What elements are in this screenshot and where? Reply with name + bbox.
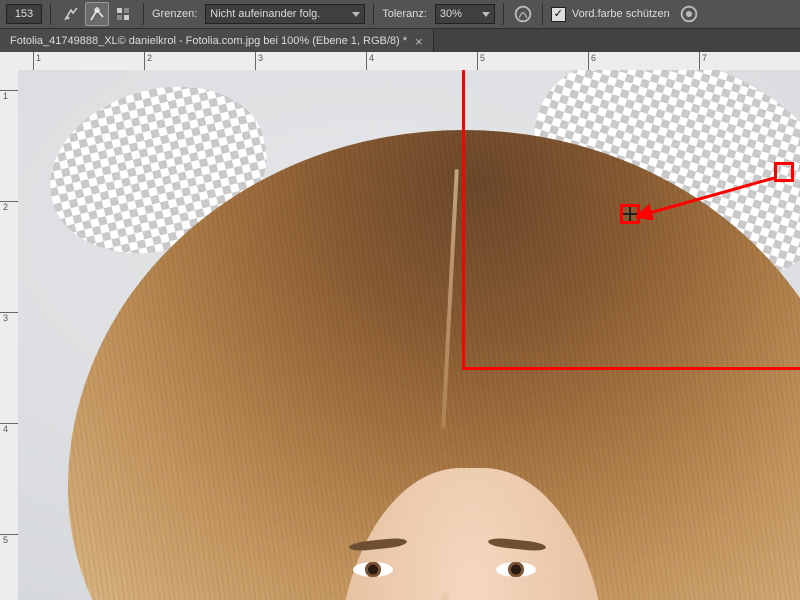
- sample-point-crosshair-icon: [624, 208, 636, 220]
- ruler-tick-label: 4: [3, 424, 8, 434]
- sampling-once-icon[interactable]: [85, 2, 109, 26]
- ruler-tick-label: 5: [3, 535, 8, 545]
- divider: [373, 3, 374, 25]
- annotation-sample-source-marker: [774, 162, 794, 182]
- document-tab-title: Fotolia_41749888_XL© danielkrol - Fotoli…: [10, 35, 407, 47]
- ruler-tick-label: 5: [480, 53, 485, 63]
- divider: [542, 3, 543, 25]
- protect-foreground-label: Vord.farbe schützen: [572, 8, 670, 20]
- tool-options-bar: 153 Grenzen: Nicht aufeinander folg. Tol…: [0, 0, 800, 29]
- pen-pressure-icon[interactable]: [512, 3, 534, 25]
- sampling-mode-group: [59, 2, 135, 26]
- limits-dropdown[interactable]: Nicht aufeinander folg.: [205, 4, 365, 24]
- protect-foreground-checkbox[interactable]: ✓ Vord.farbe schützen: [551, 7, 670, 22]
- ruler-vertical[interactable]: 1 2 3 4 5: [0, 70, 19, 600]
- document-tab[interactable]: Fotolia_41749888_XL© danielkrol - Fotoli…: [0, 29, 434, 53]
- ruler-tick-label: 1: [3, 91, 8, 101]
- brush-size-field[interactable]: 153: [6, 4, 42, 24]
- ruler-tick-label: 7: [702, 53, 707, 63]
- canvas[interactable]: [18, 70, 800, 600]
- ruler-tick-label: 6: [591, 53, 596, 63]
- workspace: 1 2 3 4 5 6 7 1 2 3 4 5: [0, 52, 800, 600]
- limits-value: Nicht aufeinander folg.: [210, 8, 320, 20]
- ruler-horizontal[interactable]: 1 2 3 4 5 6 7: [18, 52, 800, 71]
- ruler-tick-label: 1: [36, 53, 41, 63]
- ruler-tick-label: 3: [3, 313, 8, 323]
- ruler-tick-label: 2: [147, 53, 152, 63]
- divider: [50, 3, 51, 25]
- divider: [143, 3, 144, 25]
- chevron-down-icon: [482, 12, 490, 17]
- close-icon[interactable]: ×: [415, 35, 423, 48]
- document-tab-bar: Fotolia_41749888_XL© danielkrol - Fotoli…: [0, 29, 800, 54]
- chevron-down-icon: [352, 12, 360, 17]
- ruler-tick-label: 4: [369, 53, 374, 63]
- limits-label: Grenzen:: [152, 8, 197, 20]
- tolerance-value: 30%: [440, 8, 462, 20]
- ruler-tick-label: 3: [258, 53, 263, 63]
- checkbox-check-icon: ✓: [551, 7, 566, 22]
- pen-pressure-opacity-icon[interactable]: [678, 3, 700, 25]
- tolerance-field[interactable]: 30%: [435, 4, 495, 24]
- tolerance-label: Toleranz:: [382, 8, 427, 20]
- divider: [503, 3, 504, 25]
- ruler-origin[interactable]: [0, 52, 19, 71]
- sampling-swatch-icon[interactable]: [111, 2, 135, 26]
- sampling-continuous-icon[interactable]: [59, 2, 83, 26]
- ruler-tick-label: 2: [3, 202, 8, 212]
